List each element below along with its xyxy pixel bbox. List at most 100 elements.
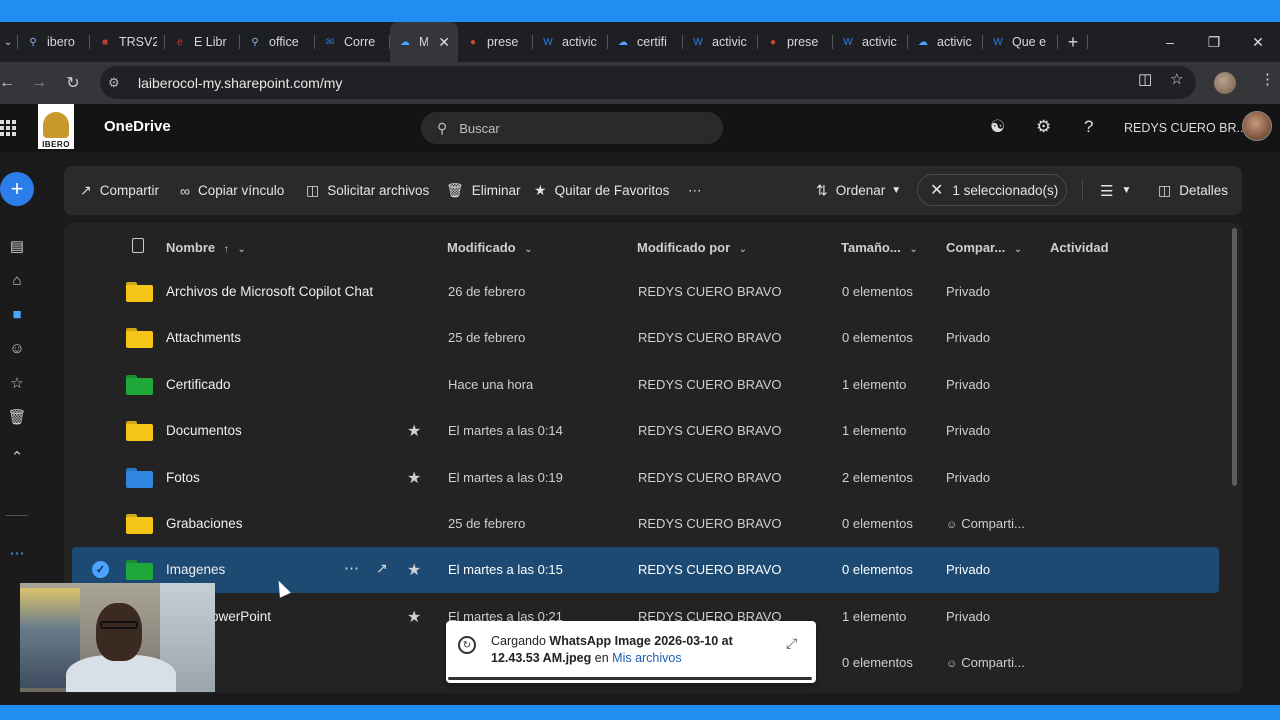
table-row[interactable]: Grabaciones 25 de febrero REDYS CUERO BRAV… bbox=[72, 501, 1219, 547]
column-sharing-label: Compar... bbox=[946, 240, 1006, 255]
ibero-logo[interactable]: IBERO bbox=[38, 104, 74, 149]
more-actions-icon[interactable]: ⋯ bbox=[344, 559, 359, 577]
table-row[interactable]: Archivos de Microsoft Copilot Chat 26 de … bbox=[72, 269, 1219, 315]
people-icon[interactable]: ☯ bbox=[990, 117, 1005, 137]
create-new-button[interactable]: + bbox=[0, 172, 34, 206]
file-name[interactable]: Attachments bbox=[166, 330, 241, 345]
my-files-link[interactable]: Mis archivos bbox=[612, 651, 681, 665]
favorite-star-icon[interactable]: ★ bbox=[407, 607, 421, 627]
favorite-star-icon[interactable]: ★ bbox=[407, 560, 421, 580]
browser-tab[interactable]: ☁ activic bbox=[908, 22, 983, 62]
table-row[interactable]: Attachments 25 de febrero REDYS CUERO BRAV… bbox=[72, 315, 1219, 361]
sort-button[interactable]: ⇅ Ordenar ▼ bbox=[816, 166, 901, 215]
search-input[interactable]: ⚲ Buscar bbox=[421, 112, 723, 144]
scrollbar[interactable] bbox=[1232, 228, 1237, 486]
view-options-button[interactable]: ☰ ▼ bbox=[1100, 166, 1131, 215]
file-name[interactable]: Imagenes bbox=[166, 562, 225, 577]
column-header-activity[interactable]: Actividad bbox=[1050, 240, 1109, 255]
help-icon[interactable]: ? bbox=[1084, 117, 1093, 137]
browser-tab[interactable]: ⚲ ibero bbox=[18, 22, 90, 62]
favorites-star-icon[interactable]: ☆ bbox=[6, 372, 28, 394]
expand-icon[interactable]: ⤢ bbox=[786, 635, 797, 652]
browser-tab[interactable]: Wactivic bbox=[683, 22, 758, 62]
recycle-bin-icon[interactable]: 🗑 bbox=[6, 406, 28, 428]
clear-selection-button[interactable]: ✕ 1 seleccionado(s) bbox=[917, 174, 1067, 206]
file-name[interactable]: Certificado bbox=[166, 377, 231, 392]
user-name[interactable]: REDYS CUERO BR... bbox=[1124, 121, 1247, 135]
table-row[interactable]: ✓ Imagenes El martes a las 0:15 REDYS CUERO… bbox=[72, 547, 1219, 594]
share-icon[interactable]: ↗ bbox=[376, 560, 388, 577]
file-name[interactable]: Grabaciones bbox=[166, 516, 243, 531]
item-count: 2 elementos bbox=[842, 469, 913, 485]
minimize-icon[interactable]: – bbox=[1148, 22, 1192, 62]
request-files-button[interactable]: ◫ Solicitar archivos bbox=[306, 166, 429, 215]
gear-icon[interactable]: ⚙ bbox=[1036, 117, 1051, 137]
sharing-status: Privado bbox=[946, 469, 991, 485]
browser-tab[interactable]: ⚲ office bbox=[240, 22, 315, 62]
restore-icon[interactable]: ❐ bbox=[1192, 22, 1236, 62]
browser-tab[interactable]: ☁ certifi bbox=[608, 22, 683, 62]
delete-button[interactable]: 🗑 Eliminar bbox=[446, 166, 521, 215]
browser-tab[interactable]: Wactivic bbox=[533, 22, 608, 62]
unfavorite-button[interactable]: ★ Quitar de Favoritos bbox=[534, 166, 669, 215]
browser-tab[interactable]: W Que e bbox=[983, 22, 1058, 62]
share-button[interactable]: ↗ Compartir bbox=[80, 166, 159, 215]
browser-tab[interactable]: ● prese bbox=[458, 22, 533, 62]
tab-label: Que e bbox=[1012, 35, 1047, 49]
browser-tab[interactable]: ● prese bbox=[758, 22, 833, 62]
column-header-size[interactable]: Tamaño... ⌄ bbox=[841, 240, 918, 255]
tab-search-dropdown[interactable]: ⌄ bbox=[0, 22, 18, 62]
address-bar[interactable]: ⚙ laiberocol-my.sharepoint.com/my bbox=[100, 66, 1196, 99]
column-name-label: Nombre bbox=[166, 240, 216, 255]
app-launcher-icon[interactable] bbox=[0, 116, 16, 140]
my-files-icon[interactable]: ■ bbox=[6, 303, 28, 325]
favorite-star-icon[interactable]: ★ bbox=[407, 468, 421, 488]
install-app-icon[interactable]: ◫ bbox=[1138, 70, 1152, 88]
favorite-star-icon[interactable]: ★ bbox=[407, 421, 421, 441]
shared-people-icon[interactable]: ☺ bbox=[6, 337, 28, 359]
command-bar: ↗ Compartir ∞ Copiar vínculo ◫ Solicitar… bbox=[64, 166, 1242, 215]
browser-tab[interactable]: ■ TRSV2 bbox=[90, 22, 165, 62]
column-header-modified-by[interactable]: Modificado por ⌄ bbox=[637, 240, 747, 255]
reload-icon[interactable]: ↻ bbox=[56, 66, 90, 100]
tab-label: activic bbox=[862, 35, 897, 49]
close-icon: ✕ bbox=[930, 182, 944, 199]
close-tab-icon[interactable]: ✕ bbox=[438, 34, 450, 51]
more-menu-icon[interactable]: ⋮ bbox=[1260, 70, 1275, 88]
chevron-up-icon[interactable]: ⌃ bbox=[6, 446, 28, 468]
item-count: 1 elemento bbox=[842, 423, 907, 439]
browser-tab[interactable]: ✉ Corre bbox=[315, 22, 390, 62]
home-layout-icon[interactable]: ▤ bbox=[6, 235, 28, 257]
table-row[interactable]: Fotos El martes a las 0:19 REDYS CUERO BRA… bbox=[72, 455, 1219, 501]
more-commands-button[interactable]: ⋯ bbox=[688, 166, 702, 215]
column-header-modified[interactable]: Modificado ⌄ bbox=[447, 240, 533, 255]
home-icon[interactable]: ⌂ bbox=[6, 269, 28, 291]
table-row[interactable]: Documentos El martes a las 0:14 REDYS CUER… bbox=[72, 408, 1219, 454]
folder-icon bbox=[126, 514, 153, 534]
onedrive-icon: ☁ bbox=[618, 36, 628, 48]
column-header-name[interactable]: Nombre ↑ ⌄ bbox=[166, 240, 246, 255]
details-button[interactable]: ◫ Detalles bbox=[1158, 166, 1228, 215]
app-title[interactable]: OneDrive bbox=[104, 118, 171, 135]
item-count: 0 elementos bbox=[842, 284, 913, 299]
checkmark-icon[interactable]: ✓ bbox=[92, 561, 109, 579]
avatar[interactable] bbox=[1242, 111, 1272, 141]
new-tab-button[interactable]: + bbox=[1058, 22, 1088, 62]
back-icon[interactable]: ← bbox=[0, 66, 24, 100]
browser-tab[interactable]: Wactivic bbox=[833, 22, 908, 62]
file-name[interactable]: Documentos bbox=[166, 423, 242, 438]
copy-link-button[interactable]: ∞ Copiar vínculo bbox=[180, 166, 284, 215]
browser-profile-avatar[interactable] bbox=[1214, 72, 1236, 94]
close-window-icon[interactable]: ✕ bbox=[1236, 22, 1280, 62]
browser-tab[interactable]: ☁ M ✕ bbox=[390, 22, 458, 62]
file-name[interactable]: Archivos de Microsoft Copilot Chat bbox=[166, 284, 373, 299]
browser-tab[interactable]: e E Libr bbox=[165, 22, 240, 62]
modified-date: Hace una hora bbox=[448, 376, 534, 392]
bookmark-star-icon[interactable]: ☆ bbox=[1170, 70, 1183, 88]
site-settings-icon[interactable]: ⚙ bbox=[108, 75, 132, 91]
table-row[interactable]: Certificado Hace una hora REDYS CUERO BRAV… bbox=[72, 362, 1219, 408]
column-header-sharing[interactable]: Compar... ⌄ bbox=[946, 240, 1022, 255]
more-apps-icon[interactable]: ⋯ bbox=[6, 542, 28, 564]
forward-icon[interactable]: → bbox=[22, 66, 56, 100]
file-name[interactable]: Fotos bbox=[166, 470, 200, 485]
